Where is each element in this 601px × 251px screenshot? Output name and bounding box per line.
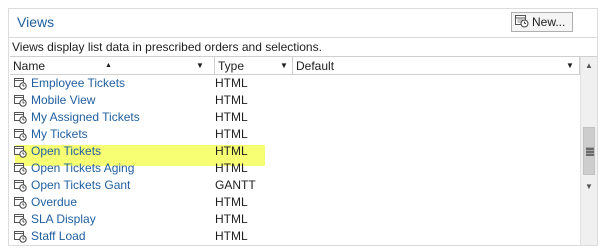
table-row[interactable]: Overdue HTML: [10, 194, 580, 211]
table-row[interactable]: My Assigned Tickets HTML: [10, 109, 580, 126]
row-name-link[interactable]: Staff Load: [31, 229, 86, 243]
vertical-scrollbar[interactable]: ▲ ▬ ▬ ▬ ▼: [580, 57, 597, 245]
row-name-link[interactable]: Employee Tickets: [31, 76, 125, 90]
row-type: HTML: [215, 127, 248, 141]
scroll-up-icon[interactable]: ▲: [581, 57, 597, 74]
table-row[interactable]: My Tickets HTML: [10, 126, 580, 143]
view-icon: [515, 14, 529, 31]
column-type-label: Type: [218, 59, 245, 73]
row-type: HTML: [215, 76, 248, 90]
views-grid: Name ▲ ▼ Type ▼ Default ▼ Employee Ticke…: [10, 56, 597, 245]
row-type: HTML: [215, 110, 248, 124]
row-name-link[interactable]: My Assigned Tickets: [31, 110, 140, 124]
row-type: HTML: [215, 212, 248, 226]
panel-header: Views New...: [9, 9, 597, 37]
view-icon: [14, 162, 27, 175]
scroll-thumb[interactable]: ▬ ▬ ▬: [583, 127, 595, 175]
row-name-link[interactable]: My Tickets: [31, 127, 88, 141]
table-row[interactable]: Open Tickets Aging HTML: [10, 160, 580, 177]
scroll-grip-icon: ▬ ▬ ▬: [586, 143, 594, 158]
view-icon: [14, 128, 27, 141]
new-button-label: New...: [532, 15, 566, 29]
row-name-link[interactable]: Open Tickets Aging: [31, 161, 134, 175]
row-name-link[interactable]: Mobile View: [31, 93, 95, 107]
new-view-button[interactable]: New...: [511, 12, 573, 32]
scroll-down-icon[interactable]: ▼: [581, 178, 597, 195]
view-icon: [14, 77, 27, 90]
table-row[interactable]: Open Tickets HTML: [10, 143, 580, 160]
row-type: HTML: [215, 195, 248, 209]
row-type: HTML: [215, 229, 248, 243]
description-row: Views display list data in prescribed or…: [9, 37, 597, 56]
row-name-link[interactable]: SLA Display: [31, 212, 96, 226]
row-type: HTML: [215, 93, 248, 107]
view-icon: [14, 179, 27, 192]
table-row[interactable]: SLA Display HTML: [10, 211, 580, 228]
column-name-label: Name: [13, 59, 46, 73]
table-row[interactable]: Mobile View HTML: [10, 92, 580, 109]
view-icon: [14, 111, 27, 124]
view-icon: [14, 196, 27, 209]
sort-ascending-icon: ▲: [105, 62, 112, 69]
row-type: GANTT: [215, 178, 256, 192]
column-header-type[interactable]: Type ▼: [215, 57, 293, 75]
table-row[interactable]: Open Tickets Gant GANTT: [10, 177, 580, 194]
dropdown-arrow-icon[interactable]: ▼: [566, 57, 574, 75]
dropdown-arrow-icon[interactable]: ▼: [280, 57, 288, 75]
row-type: HTML: [215, 144, 248, 158]
column-header-default[interactable]: Default ▼: [293, 57, 580, 75]
dropdown-arrow-icon[interactable]: ▼: [196, 57, 204, 75]
views-panel: Views New... Views display list data in …: [8, 8, 598, 246]
table-row[interactable]: Employee Tickets HTML: [10, 75, 580, 92]
panel-description: Views display list data in prescribed or…: [12, 40, 322, 54]
view-icon: [14, 145, 27, 158]
row-name-link[interactable]: Open Tickets Gant: [31, 178, 130, 192]
row-type: HTML: [215, 161, 248, 175]
view-icon: [14, 230, 27, 243]
view-icon: [14, 213, 27, 226]
view-icon: [14, 94, 27, 107]
table-row[interactable]: Staff Load HTML: [10, 228, 580, 245]
column-default-label: Default: [296, 59, 335, 73]
panel-title: Views: [17, 14, 55, 30]
row-name-link[interactable]: Open Tickets: [31, 144, 101, 158]
column-header-name[interactable]: Name ▲ ▼: [10, 57, 215, 75]
row-name-link[interactable]: Overdue: [31, 195, 77, 209]
